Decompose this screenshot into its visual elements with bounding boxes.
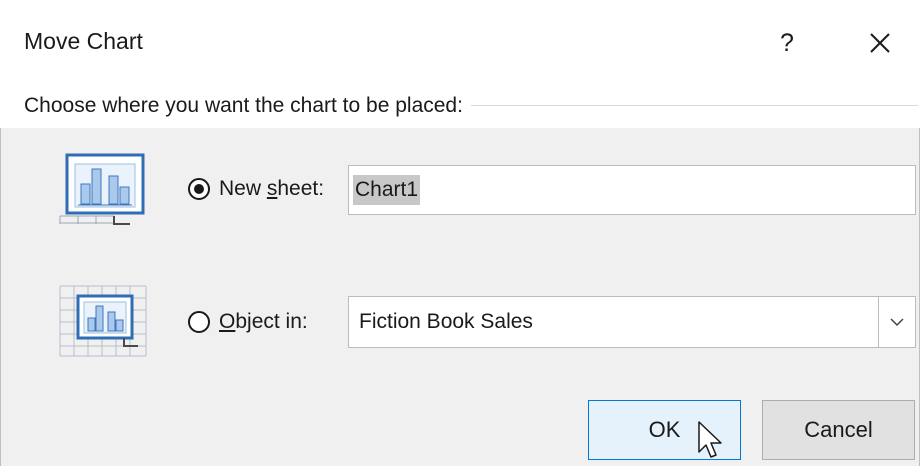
cancel-button[interactable]: Cancel — [762, 400, 915, 460]
close-button[interactable] — [850, 20, 910, 66]
object-in-radio-option[interactable]: Object in: — [188, 310, 308, 334]
new-sheet-label: New sheet: — [219, 177, 325, 200]
prompt-divider — [470, 105, 918, 106]
object-in-label: Object in: — [219, 310, 308, 333]
new-sheet-name-value: Chart1 — [353, 175, 421, 205]
object-in-dropdown-button[interactable] — [878, 297, 915, 347]
move-chart-dialog: Move Chart ? Choose where you want the c… — [0, 0, 920, 466]
object-in-select[interactable]: Fiction Book Sales — [348, 296, 916, 348]
chevron-down-icon — [890, 318, 904, 327]
object-in-selected-value: Fiction Book Sales — [359, 310, 533, 333]
new-sheet-radio[interactable] — [188, 178, 210, 200]
new-sheet-name-input[interactable]: Chart1 — [348, 165, 916, 215]
placement-prompt: Choose where you want the chart to be pl… — [24, 94, 471, 118]
object-in-radio[interactable] — [188, 311, 210, 333]
help-button[interactable]: ? — [764, 20, 810, 66]
dialog-left-border — [0, 88, 1, 466]
close-icon — [870, 33, 890, 53]
title-bar: Move Chart ? — [0, 0, 920, 88]
chart-object-icon — [58, 282, 148, 358]
new-sheet-radio-option[interactable]: New sheet: — [188, 177, 324, 201]
dialog-title: Move Chart — [24, 28, 143, 54]
prompt-row: Choose where you want the chart to be pl… — [0, 88, 920, 128]
mouse-pointer-icon — [698, 421, 722, 458]
chart-sheet-icon — [58, 150, 148, 226]
